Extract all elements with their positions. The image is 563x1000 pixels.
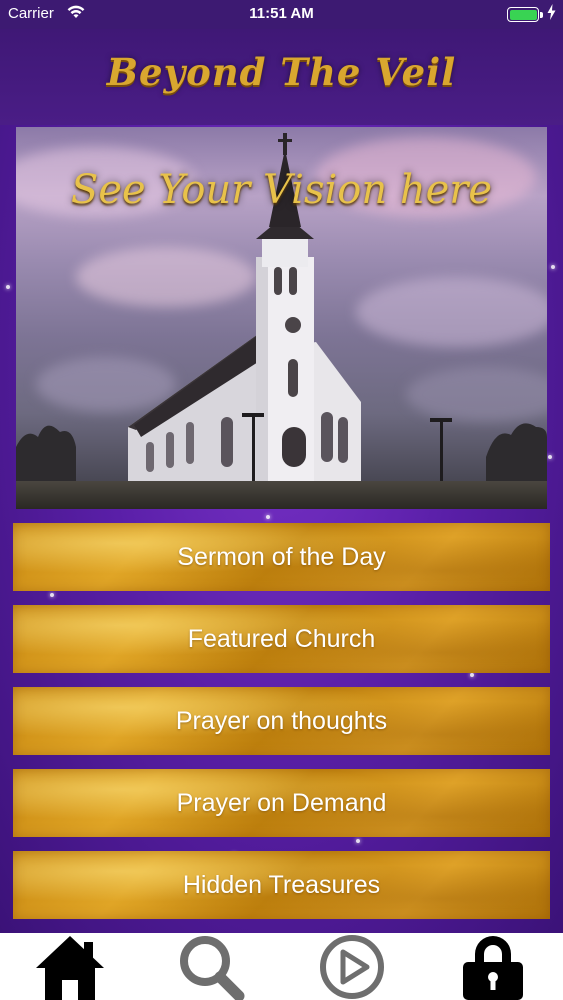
app-title: Beyond The Veil [106,50,457,94]
hero-ground [16,481,547,509]
tab-lock[interactable] [443,933,543,1000]
sparkle-decoration [266,515,270,519]
tab-home[interactable] [20,933,120,1000]
main-menu: Sermon of the Day Featured Church Prayer… [13,523,550,933]
prayer-on-thoughts-button[interactable]: Prayer on thoughts [13,687,550,755]
status-bar: Carrier 11:51 AM [0,0,563,29]
tab-play[interactable] [302,933,402,1000]
sparkle-decoration [6,285,10,289]
lock-icon [462,936,523,1000]
sparkle-decoration [548,455,552,459]
tab-bar [0,933,563,1000]
status-time: 11:51 AM [249,5,314,22]
menu-button-label: Featured Church [187,624,376,653]
battery-icon [507,7,539,22]
tab-search[interactable] [161,933,261,1000]
featured-church-button[interactable]: Featured Church [13,605,550,673]
menu-button-label: Sermon of the Day [177,542,386,571]
sermon-of-the-day-button[interactable]: Sermon of the Day [13,523,550,591]
church-photo[interactable]: See Your Vision here [16,127,547,509]
menu-button-label: Hidden Treasures [182,870,381,899]
main-content: See Your Vision here Sermon of the Day F… [0,125,563,933]
hero-caption: See Your Vision here [70,167,493,213]
charging-icon [547,4,556,23]
sparkle-decoration [551,265,555,269]
hidden-treasures-button[interactable]: Hidden Treasures [13,851,550,919]
play-icon [319,935,384,999]
menu-button-label: Prayer on thoughts [175,706,388,735]
battery-cap [540,12,543,18]
app-header: Beyond The Veil [0,29,563,125]
menu-button-label: Prayer on Demand [176,788,387,817]
home-icon [36,936,105,1000]
battery-level [509,9,537,20]
prayer-on-demand-button[interactable]: Prayer on Demand [13,769,550,837]
search-icon [180,936,245,1000]
